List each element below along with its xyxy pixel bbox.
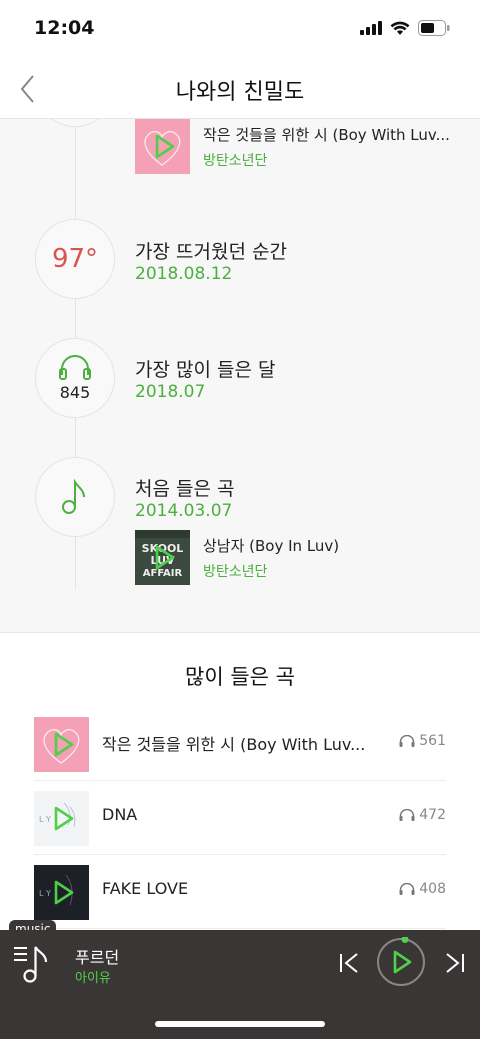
most-listened-count: 845 bbox=[59, 382, 91, 402]
first-song-label: 처음 들은 곡 bbox=[135, 478, 235, 500]
album-art-dna: L Y bbox=[34, 791, 89, 846]
play-count: 472 bbox=[399, 807, 446, 823]
headphones-icon bbox=[59, 354, 91, 380]
first-song-artist: 방탄소년단 bbox=[203, 563, 268, 580]
song-title: FAKE LOVE bbox=[102, 879, 189, 898]
album-art-boy-with-luv bbox=[34, 717, 89, 772]
top-song-item[interactable]: 작은 것들을 위한 시 (Boy With Luv... 방탄소년단 bbox=[135, 119, 458, 174]
most-played-title: 많이 들은 곡 bbox=[185, 665, 295, 689]
first-song-item[interactable]: SKOOL LUV AFFAIR 상남자 (Boy In Luv) 방탄소년단 bbox=[135, 530, 458, 585]
top-song-artist: 방탄소년단 bbox=[203, 152, 268, 169]
hottest-moment-label: 가장 뜨거웠던 순간 bbox=[135, 241, 287, 263]
previous-icon[interactable] bbox=[338, 952, 362, 974]
play-count-value: 408 bbox=[419, 881, 446, 897]
most-played-section: 많이 들은 곡 작은 것들을 위한 시 (Boy With Luv... 561… bbox=[0, 632, 480, 931]
status-bar: 12:04 bbox=[0, 0, 480, 60]
svg-text:L Y: L Y bbox=[39, 815, 51, 824]
hottest-moment-date: 2018.08.12 bbox=[135, 264, 233, 284]
play-icon bbox=[377, 936, 425, 986]
song-row[interactable]: L Y DNA 472 bbox=[34, 781, 446, 855]
most-listened-month-label: 가장 많이 들은 달 bbox=[135, 359, 276, 381]
next-icon[interactable] bbox=[442, 952, 466, 974]
play-count-value: 472 bbox=[419, 807, 446, 823]
intimacy-timeline: 작은 것들을 위한 시 (Boy With Luv... 방탄소년단 97° 가… bbox=[0, 119, 480, 631]
play-button[interactable] bbox=[376, 936, 426, 987]
hottest-degree: 97° bbox=[51, 244, 99, 274]
page-title: 나와의 친밀도 bbox=[175, 80, 305, 105]
album-art-boy-with-luv bbox=[135, 119, 190, 174]
svg-text:AFFAIR: AFFAIR bbox=[143, 568, 183, 579]
first-song-title: 상남자 (Boy In Luv) bbox=[203, 536, 340, 555]
song-row[interactable]: 작은 것들을 위한 시 (Boy With Luv... 561 bbox=[34, 707, 446, 781]
navigation-bar: 나와의 친밀도 bbox=[0, 60, 480, 119]
battery-icon bbox=[418, 20, 450, 36]
headphones-icon bbox=[399, 734, 415, 747]
most-listened-month-badge: 845 bbox=[35, 338, 115, 418]
headphones-icon bbox=[399, 882, 415, 895]
status-time: 12:04 bbox=[34, 17, 95, 39]
album-art-skool-luv-affair: SKOOL LUV AFFAIR bbox=[135, 530, 190, 585]
song-row[interactable]: L Y FAKE LOVE 408 bbox=[34, 855, 446, 929]
song-title: DNA bbox=[102, 805, 138, 824]
headphones-icon bbox=[399, 808, 415, 821]
now-playing-artist: 아이유 bbox=[75, 971, 111, 986]
first-song-badge bbox=[35, 457, 115, 537]
hottest-moment-badge: 97° bbox=[35, 219, 115, 299]
most-listened-month-date: 2018.07 bbox=[135, 382, 206, 402]
song-title: 작은 것들을 위한 시 (Boy With Luv... bbox=[102, 735, 366, 754]
play-count: 408 bbox=[399, 881, 446, 897]
music-note-icon bbox=[62, 479, 85, 514]
wifi-icon bbox=[390, 21, 410, 35]
signal-icon bbox=[360, 21, 382, 35]
play-count-value: 561 bbox=[419, 733, 446, 749]
timeline-node-top bbox=[35, 119, 115, 127]
svg-text:L Y: L Y bbox=[39, 889, 51, 898]
status-icons bbox=[360, 20, 450, 36]
first-song-date: 2014.03.07 bbox=[135, 501, 233, 521]
now-playing-title: 푸르던 bbox=[75, 948, 120, 967]
top-song-title: 작은 것들을 위한 시 (Boy With Luv... bbox=[203, 125, 450, 144]
playlist-icon[interactable] bbox=[14, 944, 54, 984]
play-count: 561 bbox=[399, 733, 446, 749]
home-indicator bbox=[155, 1021, 325, 1027]
album-art-fake-love: L Y bbox=[34, 865, 89, 920]
